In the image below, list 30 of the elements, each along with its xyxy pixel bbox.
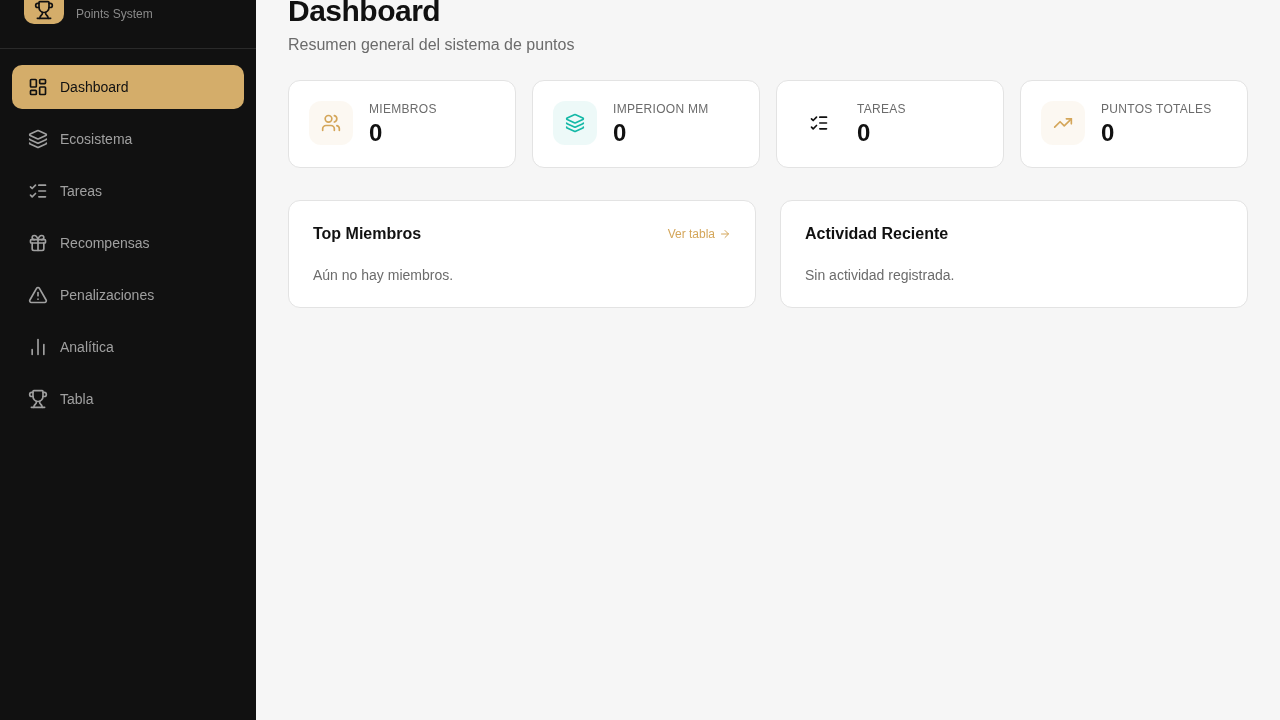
layers-icon: [28, 129, 48, 149]
bar-chart-icon: [28, 337, 48, 357]
dashboard-icon: [28, 77, 48, 97]
nav-item[interactable]: Recompensas: [12, 221, 244, 265]
checklist-icon: [28, 181, 48, 201]
panel-title: Actividad Reciente: [805, 225, 949, 243]
stat-label: IMPERIOON MM: [613, 102, 709, 116]
nav-item[interactable]: Tareas: [12, 169, 244, 213]
gift-icon: [28, 233, 48, 253]
stat-label: TAREAS: [857, 102, 906, 116]
empty-message: Aún no hay miembros.: [313, 267, 455, 283]
empty-message: Sin actividad registrada.: [805, 267, 956, 283]
nav-item[interactable]: Ecosistema: [12, 117, 244, 161]
trophy-icon: [28, 389, 48, 409]
stat-value: 0: [369, 119, 384, 147]
arrow-right-icon: [719, 228, 731, 240]
stat-label: PUNTOS TOTALES: [1101, 102, 1212, 116]
nav-item[interactable]: Dashboard: [12, 65, 244, 109]
panel-title: Top Miembros: [313, 225, 422, 243]
stat-value: 0: [613, 119, 628, 147]
stat-value: 0: [1101, 119, 1116, 147]
nav-item[interactable]: Penalizaciones: [12, 273, 244, 317]
page-title: Dashboard: [288, 0, 442, 28]
nav-item[interactable]: Tabla: [12, 377, 244, 421]
stat-value: 0: [857, 119, 872, 147]
page-subtitle: Resumen general del sistema de puntos: [288, 36, 576, 54]
nav-item[interactable]: Analítica: [12, 325, 244, 369]
brand-subtitle: Points System: [76, 7, 153, 23]
warning-icon: [28, 285, 48, 305]
stat-label: MIEMBROS: [369, 102, 437, 116]
